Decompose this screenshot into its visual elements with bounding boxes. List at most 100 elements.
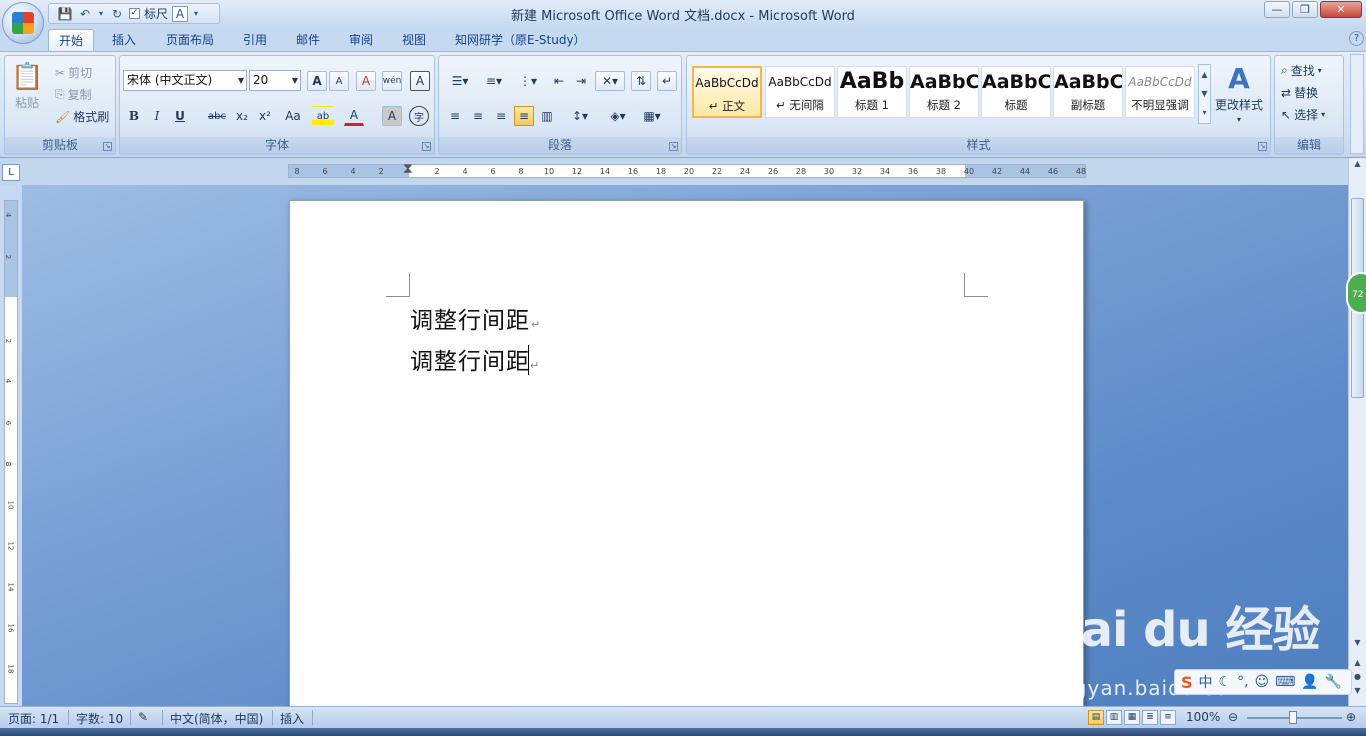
- side-badge[interactable]: 72: [1346, 272, 1366, 314]
- full-screen-reading-icon[interactable]: ▥: [1106, 710, 1122, 725]
- vertical-ruler[interactable]: 4 2 2 4 6 8 10 12 14 16 18: [4, 200, 18, 704]
- shading-icon[interactable]: ◈▾: [603, 106, 633, 126]
- tab-insert[interactable]: 插入: [102, 29, 146, 51]
- tab-view[interactable]: 视图: [392, 29, 436, 51]
- draft-icon[interactable]: ≡: [1160, 710, 1176, 725]
- strikethrough-button[interactable]: abc: [204, 106, 230, 126]
- phonetic-guide-icon[interactable]: wén: [382, 71, 402, 91]
- ribbon-scroll[interactable]: [1350, 54, 1364, 154]
- help-icon[interactable]: ?: [1349, 31, 1364, 46]
- change-styles-button[interactable]: A 更改样式 ▾: [1215, 64, 1263, 125]
- office-button[interactable]: [2, 2, 44, 44]
- keyboard-icon[interactable]: ⌨: [1275, 674, 1295, 690]
- minimize-button[interactable]: —: [1264, 1, 1290, 18]
- style-no-spacing[interactable]: AaBbCcDd ↵ 无间隔: [765, 66, 835, 118]
- proofing-icon[interactable]: ✎: [138, 710, 148, 724]
- grow-font-icon[interactable]: A: [307, 71, 327, 91]
- cut-button[interactable]: ✂ 剪切: [55, 64, 92, 81]
- previous-page-icon[interactable]: ▲: [1351, 658, 1364, 672]
- find-button[interactable]: ⌕ 查找 ▾: [1281, 62, 1322, 79]
- select-button[interactable]: ↖ 选择 ▾: [1281, 106, 1325, 123]
- style-title[interactable]: AaBbC 标题: [981, 66, 1051, 118]
- distributed-icon[interactable]: ▥: [537, 106, 557, 126]
- line-spacing-icon[interactable]: ↕▾: [565, 106, 595, 126]
- user-icon[interactable]: 👤: [1301, 674, 1318, 690]
- tab-e-study[interactable]: 知网研学（原E-Study）: [445, 29, 596, 51]
- copy-button[interactable]: ⎘ 复制: [55, 86, 92, 103]
- style-subtle-emphasis[interactable]: AaBbCcDd 不明显强调: [1125, 66, 1195, 118]
- style-subtitle[interactable]: AaBbC 副标题: [1053, 66, 1123, 118]
- font-name-combo[interactable]: 宋体 (中文正文) ▼: [123, 70, 247, 91]
- style-heading-1[interactable]: AaBb 标题 1: [837, 66, 907, 118]
- ime-mode[interactable]: 中: [1199, 672, 1213, 692]
- subscript-button[interactable]: x₂: [232, 106, 252, 126]
- tab-mailings[interactable]: 邮件: [286, 29, 330, 51]
- document-page[interactable]: 调整行间距↵ 调整行间距↵: [289, 200, 1084, 706]
- char-shading-button[interactable]: A: [382, 106, 402, 126]
- browse-object-icon[interactable]: ●: [1351, 672, 1364, 686]
- insert-mode[interactable]: 插入: [280, 710, 304, 727]
- styles-launcher-icon[interactable]: ↘: [1258, 142, 1267, 151]
- web-layout-icon[interactable]: ▦: [1124, 710, 1140, 725]
- style-normal[interactable]: AaBbCcDd ↵ 正文: [692, 66, 762, 118]
- page-count[interactable]: 页面: 1/1: [8, 710, 59, 727]
- punctuation-icon[interactable]: °,: [1237, 674, 1248, 690]
- char-border-icon[interactable]: A: [410, 71, 430, 91]
- clear-format-icon[interactable]: A: [356, 71, 376, 91]
- italic-button[interactable]: I: [147, 106, 167, 126]
- borders-icon[interactable]: ▦▾: [637, 106, 667, 126]
- document-paragraph[interactable]: 调整行间距↵: [410, 301, 541, 335]
- highlight-button[interactable]: ab: [312, 106, 334, 126]
- zoom-out-icon[interactable]: ⊖: [1228, 710, 1238, 724]
- align-left-icon[interactable]: ≡: [445, 106, 465, 126]
- format-painter-button[interactable]: 🖌 格式刷: [55, 108, 109, 125]
- horizontal-ruler[interactable]: 8 6 4 2 ⧗ 2 4 6 8 10 12 14 16 18 20 22 2…: [288, 161, 1086, 178]
- zoom-in-icon[interactable]: ⊕: [1346, 710, 1356, 724]
- zoom-slider-knob[interactable]: [1289, 711, 1297, 724]
- scroll-down-icon[interactable]: ▼: [1351, 638, 1364, 652]
- indent-marker-icon[interactable]: ⧗: [403, 161, 413, 177]
- emoji-icon[interactable]: ☺: [1255, 674, 1270, 690]
- paste-button[interactable]: 📋 粘贴: [11, 62, 43, 111]
- zoom-level[interactable]: 100%: [1186, 710, 1220, 724]
- language-status[interactable]: 中文(简体，中国): [170, 710, 263, 727]
- superscript-button[interactable]: x²: [255, 106, 275, 126]
- align-right-icon[interactable]: ≡: [491, 106, 511, 126]
- tab-page-layout[interactable]: 页面布局: [156, 29, 224, 51]
- close-button[interactable]: ✕: [1320, 1, 1362, 18]
- paragraph-launcher-icon[interactable]: ↘: [669, 142, 678, 151]
- style-heading-2[interactable]: AaBbC 标题 2: [909, 66, 979, 118]
- decrease-indent-icon[interactable]: ⇤: [549, 71, 569, 91]
- styles-scroll[interactable]: ▲ ▼ ▾: [1198, 64, 1211, 124]
- moon-icon[interactable]: ☾: [1219, 674, 1232, 690]
- enclose-char-button[interactable]: 字: [409, 106, 429, 126]
- shrink-font-icon[interactable]: A: [329, 71, 349, 91]
- wrench-icon[interactable]: 🔧: [1325, 674, 1342, 690]
- word-count[interactable]: 字数: 10: [76, 710, 123, 727]
- restore-button[interactable]: ❐: [1292, 1, 1318, 18]
- document-paragraph[interactable]: 调整行间距↵: [410, 342, 540, 376]
- numbering-icon[interactable]: ≡▾: [479, 71, 509, 91]
- font-color-button[interactable]: A: [344, 106, 364, 126]
- clipboard-launcher-icon[interactable]: ↘: [103, 142, 112, 151]
- bold-button[interactable]: B: [124, 106, 144, 126]
- change-case-button[interactable]: Aa: [280, 106, 306, 126]
- underline-button[interactable]: U: [170, 106, 190, 126]
- tab-selector-icon[interactable]: L: [2, 164, 20, 181]
- chinese-layout-icon[interactable]: ✕▾: [595, 71, 625, 91]
- tab-references[interactable]: 引用: [233, 29, 277, 51]
- print-layout-icon[interactable]: ▤: [1088, 710, 1104, 725]
- increase-indent-icon[interactable]: ⇥: [571, 71, 591, 91]
- justify-icon[interactable]: ≡: [514, 106, 534, 126]
- tab-review[interactable]: 审阅: [339, 29, 383, 51]
- sort-icon[interactable]: ⇅: [631, 71, 651, 91]
- next-page-icon[interactable]: ▼: [1351, 686, 1364, 700]
- ime-toolbar[interactable]: S 中 ☾ °, ☺ ⌨ 👤 🔧: [1174, 669, 1352, 695]
- font-launcher-icon[interactable]: ↘: [422, 142, 431, 151]
- replace-button[interactable]: ⇄ 替换: [1281, 84, 1318, 101]
- multilevel-list-icon[interactable]: ⋮▾: [513, 71, 543, 91]
- vertical-scrollbar[interactable]: ▲ ▼ ▲ ● ▼: [1348, 158, 1366, 706]
- scroll-up-icon[interactable]: ▲: [1351, 159, 1364, 173]
- bullets-icon[interactable]: ☰▾: [445, 71, 475, 91]
- show-marks-icon[interactable]: ↵: [657, 71, 677, 91]
